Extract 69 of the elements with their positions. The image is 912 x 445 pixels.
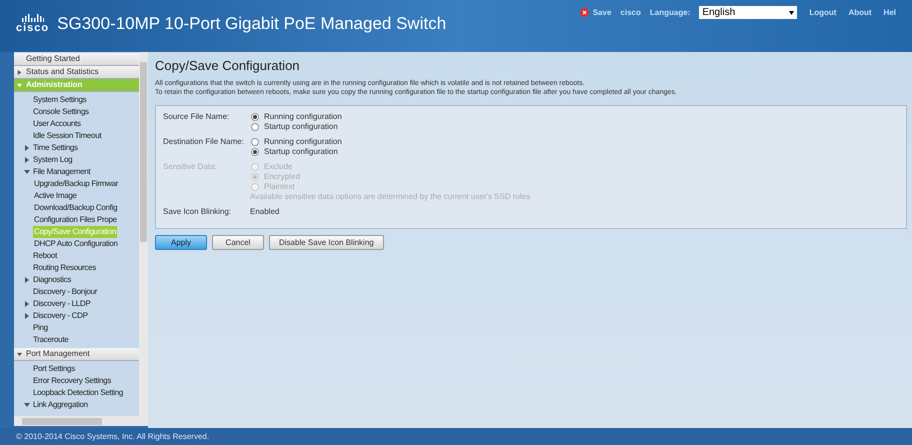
action-button[interactable]: Apply xyxy=(155,235,207,250)
nav-item[interactable]: DHCP Auto Configuration xyxy=(33,238,119,250)
caret-right-icon[interactable] xyxy=(24,313,30,319)
caret-down-icon[interactable] xyxy=(24,169,30,175)
nav-item[interactable]: Traceroute xyxy=(32,334,70,346)
radio-label: Plaintext xyxy=(264,182,295,192)
nav-item[interactable]: System Log xyxy=(32,154,74,166)
username-text: cisco xyxy=(620,6,641,18)
vertical-scrollbar[interactable] xyxy=(139,52,148,416)
nav-section[interactable]: Port Management xyxy=(14,348,139,361)
horizontal-scrollbar[interactable] xyxy=(14,416,148,426)
action-button[interactable]: Cancel xyxy=(212,235,264,250)
caret-down-icon[interactable] xyxy=(24,402,30,408)
nav-section[interactable]: Getting Started xyxy=(14,53,139,66)
nav-item[interactable]: Configuration Files Prope xyxy=(33,214,118,226)
radio-button[interactable] xyxy=(251,148,259,156)
nav-item[interactable]: Console Settings xyxy=(32,106,90,118)
nav-item[interactable]: Time Settings xyxy=(32,142,79,154)
language-select[interactable]: English xyxy=(699,6,798,19)
radio-label: Exclude xyxy=(264,162,292,172)
field-label: Source File Name: xyxy=(163,112,230,123)
header-link[interactable]: Hel xyxy=(884,6,896,18)
radio-label: Startup configuration xyxy=(264,147,338,157)
field-value: Enabled xyxy=(250,207,280,217)
header-link[interactable]: Logout xyxy=(809,6,836,18)
footer-text: © 2010-2014 Cisco Systems, Inc. All Rights Reserved. xyxy=(0,428,912,445)
window-title: SG300-10MP 10-Port Gigabit PoE Managed Switch xyxy=(57,14,446,34)
close-circle-icon xyxy=(580,8,589,17)
nav-item[interactable]: Port Settings xyxy=(32,363,76,375)
nav-item[interactable]: Upgrade/Backup Firmwar xyxy=(33,178,120,190)
nav-item[interactable]: Routing Resources xyxy=(32,262,97,274)
nav-item[interactable]: Idle Session Timeout xyxy=(32,130,102,142)
radio-label: Encrypted xyxy=(264,172,300,182)
field-label: Destination File Name: xyxy=(163,137,245,148)
nav-item[interactable]: Loopback Detection Setting xyxy=(32,387,124,399)
nav-item[interactable]: Active Image xyxy=(33,190,78,202)
radio-button[interactable] xyxy=(251,113,259,121)
caret-right-icon[interactable] xyxy=(24,157,30,163)
nav-item[interactable]: Download/Backup Config xyxy=(33,202,118,214)
caret-right-icon[interactable] xyxy=(24,145,30,151)
nav-item[interactable]: User Accounts xyxy=(32,118,82,130)
note-text: Available sensitive data options are determined by the current user's SSD rules xyxy=(250,192,530,202)
field-label: Sensitive Data: xyxy=(163,162,218,173)
caret-right-icon[interactable] xyxy=(24,301,30,307)
radio-label: Startup configuration xyxy=(264,122,338,132)
nav-item[interactable]: File Management xyxy=(32,166,92,178)
logo-bars-icon xyxy=(22,14,44,22)
action-button[interactable]: Disable Save Icon Blinking xyxy=(269,235,384,250)
nav-item[interactable]: Reboot xyxy=(32,250,58,262)
nav-item[interactable]: System Settings xyxy=(32,94,88,106)
nav-item[interactable]: Discovery - Bonjour xyxy=(32,286,98,298)
field-label: Save Icon Blinking: xyxy=(163,207,232,217)
nav-item[interactable]: Error Recovery Settings xyxy=(32,375,112,387)
radio-label: Running configuration xyxy=(264,112,342,122)
language-label: Language: xyxy=(650,6,690,18)
nav-item[interactable]: Discovery - LLDP xyxy=(32,298,92,310)
logo-text: cisco xyxy=(16,22,50,34)
header-link[interactable]: About xyxy=(848,6,872,18)
nav-section[interactable]: Status and Statistics xyxy=(14,66,139,79)
nav-item[interactable]: Ping xyxy=(32,322,49,334)
nav-item[interactable]: Diagnostics xyxy=(32,274,72,286)
nav-item[interactable]: Discovery - CDP xyxy=(32,310,89,322)
nav-item[interactable]: Link Aggregation xyxy=(32,399,89,411)
radio-button[interactable] xyxy=(251,138,259,146)
radio-label: Running configuration xyxy=(264,137,342,147)
radio-button[interactable] xyxy=(251,123,259,131)
dropdown-arrow-icon xyxy=(789,10,794,14)
caret-right-icon[interactable] xyxy=(24,277,30,283)
page-title: Copy/Save Configuration xyxy=(155,58,301,74)
